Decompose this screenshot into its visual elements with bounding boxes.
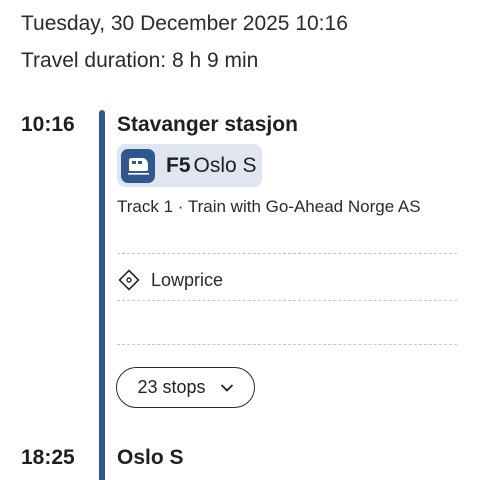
ticket-row: Lowprice — [117, 268, 223, 292]
stops-label: 23 stops — [137, 377, 206, 397]
divider — [117, 300, 457, 301]
chevron-down-icon — [220, 383, 233, 392]
track-info: Track 1 · Train with Go-Ahead Norge AS — [117, 197, 421, 216]
line-destination: Oslo S — [193, 153, 257, 177]
departure-station: Stavanger stasjon — [117, 113, 298, 136]
line-chip[interactable]: F5 Oslo S — [117, 144, 262, 187]
ticket-icon — [118, 269, 140, 291]
line-code: F5 — [166, 153, 191, 177]
travel-duration: Travel duration: 8 h 9 min — [21, 49, 259, 72]
timeline-bar — [99, 110, 105, 480]
arrival-time: 18:25 — [21, 446, 75, 469]
stops-toggle-button[interactable]: 23 stops — [116, 367, 255, 408]
ticket-label: Lowprice — [151, 269, 224, 290]
divider — [117, 344, 457, 345]
arrival-station: Oslo S — [117, 446, 184, 469]
departure-time: 10:16 — [21, 113, 75, 136]
train-icon — [121, 148, 155, 183]
date-time-heading: Tuesday, 30 December 2025 10:16 — [21, 12, 348, 35]
divider — [117, 253, 457, 254]
